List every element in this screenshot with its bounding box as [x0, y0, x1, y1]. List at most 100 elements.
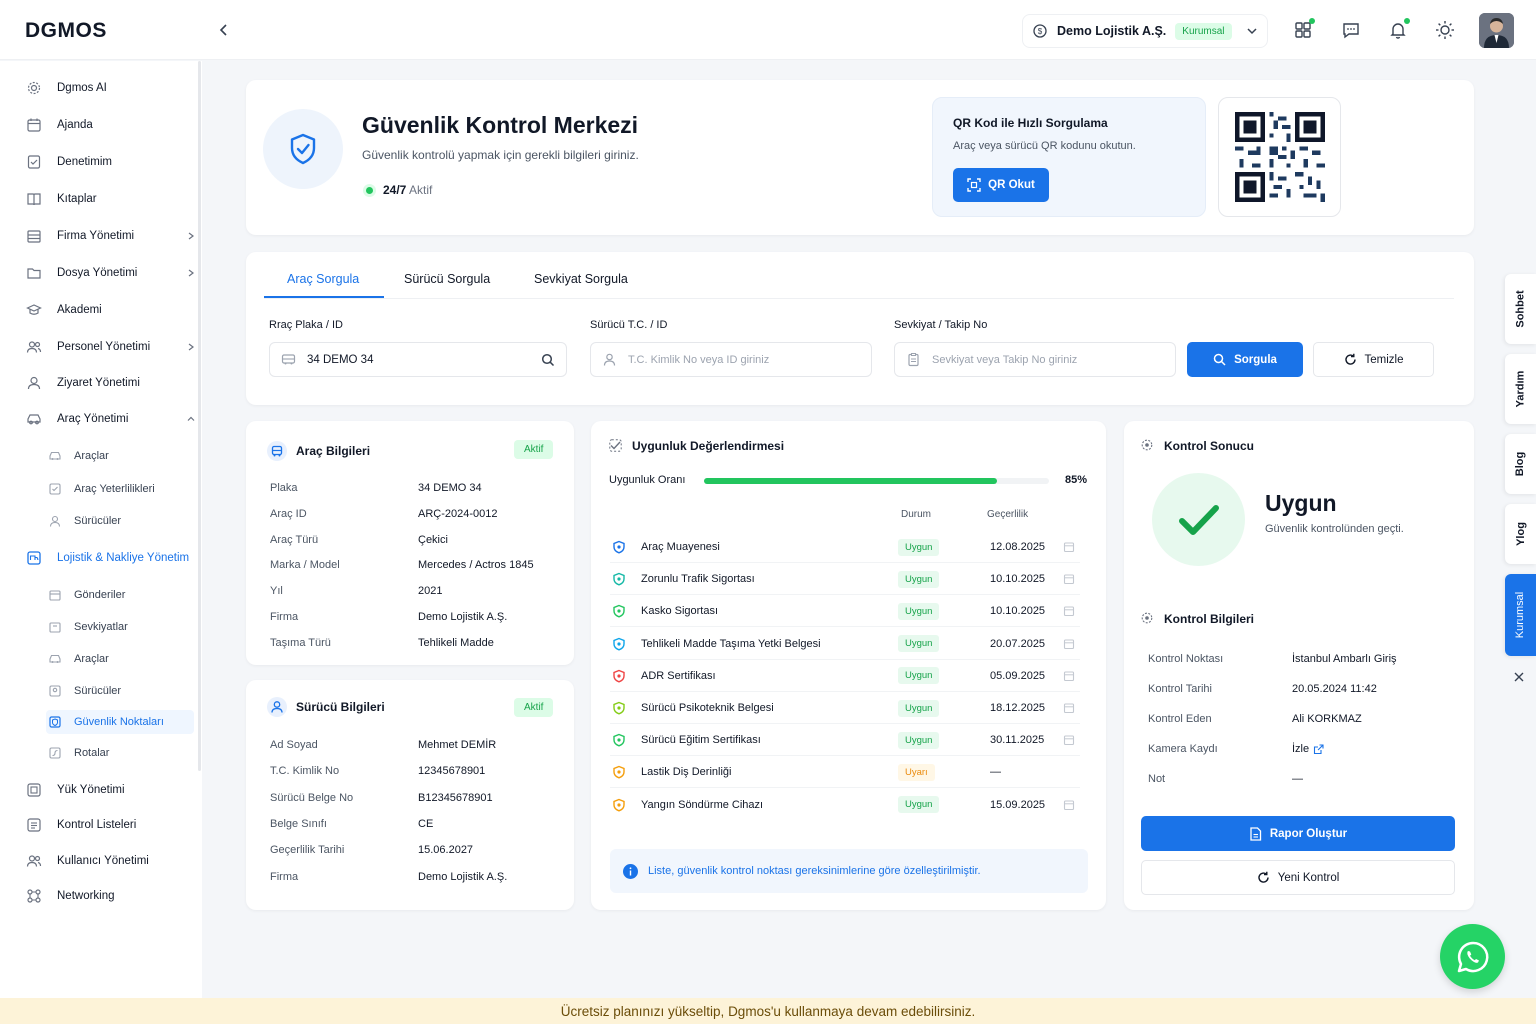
control-info-key: Not [1148, 773, 1166, 785]
sidebar-item-denetimim[interactable]: Denetimim [26, 152, 196, 172]
sidetab-sohbet[interactable]: Sohbet [1505, 274, 1536, 344]
sidebar-item-kontrol-listeleri[interactable]: Kontrol Listeleri [26, 815, 196, 835]
sidebar-item-ajanda[interactable]: Ajanda [26, 115, 196, 135]
bell-icon[interactable] [1387, 18, 1410, 41]
shipment-input[interactable]: Sevkiyat veya Takip No giriniz [894, 342, 1176, 377]
sidebar-item-personel-yonetimi[interactable]: Personel Yönetimi [26, 337, 196, 357]
vehicle-info-value: Demo Lojistik A.Ş. [418, 611, 508, 623]
calendar-icon[interactable] [1063, 702, 1075, 714]
tab-surucu-sorgula[interactable]: Sürücü Sorgula [404, 272, 490, 286]
create-report-button[interactable]: Rapor Oluştur [1141, 816, 1455, 851]
sidetab-kurumsal[interactable]: Kurumsal [1505, 574, 1536, 656]
compliance-row[interactable]: Zorunlu Trafik Sigortası Uygun 10.10.2025 [610, 563, 1080, 595]
compliance-item-label: Lastik Diş Derinliği [641, 766, 732, 779]
qr-scan-button[interactable]: QR Okut [953, 168, 1049, 202]
search-icon[interactable] [541, 353, 555, 367]
compliance-validity-date: 30.11.2025 [990, 734, 1045, 747]
sidebar-item-akademi[interactable]: Akademi [26, 300, 196, 320]
whatsapp-button[interactable] [1440, 924, 1505, 989]
sidebar-subitem-arac-yeterlilikleri[interactable]: Araç Yeterlilikleri [46, 477, 194, 501]
company-selector[interactable]: $ Demo Lojistik A.Ş. Kurumsal [1022, 14, 1268, 48]
control-info-value: Ali KORKMAZ [1292, 713, 1362, 725]
sidebar-item-networking[interactable]: Networking [26, 886, 196, 906]
driver-info-value: 15.06.2027 [418, 844, 474, 857]
compliance-row[interactable]: Araç Muayenesi Uygun 12.08.2025 [610, 531, 1080, 563]
tab-arac-sorgula[interactable]: Araç Sorgula [287, 272, 359, 286]
sidebar-item-kitaplar[interactable]: Kıtaplar [26, 189, 196, 209]
driver-id-input[interactable]: T.C. Kimlik No veya ID giriniz [590, 342, 872, 377]
sidebar-subitem-araclar[interactable]: Araçlar [46, 444, 194, 468]
clear-button[interactable]: Temizle [1313, 342, 1434, 377]
sidetab-blog[interactable]: Blog [1505, 434, 1536, 494]
chevron-down-icon [1246, 25, 1258, 37]
vehicle-info-key: Taşıma Türü [270, 636, 331, 649]
compliance-rate-label: Uygunluk Oranı [609, 474, 686, 486]
sidebar-subitem-gonderiler[interactable]: Gönderiler [46, 583, 194, 607]
sidebar-item-dosya-yonetimi[interactable]: Dosya Yönetimi [26, 263, 196, 283]
compliance-item-label: Yangın Söndürme Cihazı [641, 798, 764, 811]
compliance-row[interactable]: Tehlikeli Madde Taşıma Yetki Belgesi Uygu… [610, 628, 1080, 660]
compliance-row[interactable]: Yangın Söndürme Cihazı Uygun 15.09.2025 [610, 789, 1080, 821]
sidetab-yardim[interactable]: Yardım [1505, 354, 1536, 424]
new-control-button[interactable]: Yeni Kontrol [1141, 860, 1455, 895]
vehicle-info-key: Araç Türü [270, 533, 319, 546]
sidebar-item-dgmos-ai[interactable]: Dgmos AI [26, 78, 196, 98]
calendar-icon[interactable] [1063, 541, 1075, 553]
theme-sun-icon[interactable] [1434, 19, 1456, 41]
compliance-validity-date: 10.10.2025 [990, 605, 1046, 618]
logo[interactable]: DGMOS [25, 19, 107, 43]
sidebar-subitem-lojistik-suruculer[interactable]: Sürücüler [46, 679, 194, 703]
sidebar-item-yuk-yonetimi[interactable]: Yük Yönetimi [26, 780, 196, 800]
apps-icon[interactable] [1292, 18, 1315, 41]
calendar-icon[interactable] [1063, 638, 1075, 650]
upgrade-banner[interactable]: Ücretsiz planınızı yükseltip, Dgmos'u ku… [0, 998, 1536, 1024]
sidebar-subitem-lojistik-araclar[interactable]: Araçlar [46, 647, 194, 671]
compliance-progress-bar [704, 478, 1049, 484]
sidebar-item-lojistik-nakliye[interactable]: Lojistik & Nakliye Yönetim [26, 548, 196, 568]
refresh-icon [1344, 353, 1357, 366]
user-avatar[interactable] [1479, 13, 1514, 48]
sidebar-item-arac-yonetimi[interactable]: Araç Yönetimi [26, 409, 196, 429]
compliance-row[interactable]: Sürücü Eğitim Sertifikası Uygun 30.11.2025 [610, 724, 1080, 756]
search-icon [1213, 353, 1226, 366]
tab-sevkiyat-sorgula[interactable]: Sevkiyat Sorgula [534, 272, 628, 286]
compliance-row[interactable]: Lastik Diş Derinliği Uyarı — [610, 756, 1080, 788]
close-icon[interactable] [1512, 670, 1526, 684]
driver-icon [48, 684, 62, 698]
bus-icon [267, 441, 287, 461]
compliance-row[interactable]: ADR Sertifikası Uygun 05.09.2025 [610, 660, 1080, 692]
shipment-placeholder: Sevkiyat veya Takip No giriniz [932, 353, 1078, 366]
sidebar-subitem-guvenlik-noktalari[interactable]: Güvenlik Noktaları [46, 710, 194, 734]
sidebar-item-ziyaret-yonetimi[interactable]: Ziyaret Yönetimi [26, 373, 196, 393]
user-icon [602, 352, 617, 367]
collapse-sidebar-icon[interactable] [216, 22, 232, 38]
calendar-icon[interactable] [1063, 670, 1075, 682]
book-icon [26, 191, 42, 207]
driver-info-value: 12345678901 [418, 765, 486, 778]
coin-icon: $ [1032, 23, 1048, 39]
shipment-icon [48, 620, 62, 634]
sidebar-subitem-suruculer[interactable]: Sürücüler [46, 509, 194, 533]
compliance-row[interactable]: Kasko Sigortası Uygun 10.10.2025 [610, 595, 1080, 627]
user-icon [26, 375, 42, 391]
compliance-row[interactable]: Sürücü Psikoteknik Belgesi Uygun 18.12.202… [610, 692, 1080, 724]
chat-icon[interactable] [1340, 19, 1362, 41]
vehicle-info-value: 2021 [418, 585, 443, 598]
sidebar-subitem-rotalar[interactable]: Rotalar [46, 741, 194, 765]
sidebar-subitem-sevkiyatlar[interactable]: Sevkiyatlar [46, 615, 194, 639]
target-icon [1141, 439, 1155, 453]
camera-record-link[interactable]: İzle [1292, 743, 1324, 755]
sidebar-item-firma-yonetimi[interactable]: Firma Yönetimi [26, 226, 196, 246]
calendar-icon[interactable] [1063, 734, 1075, 746]
calendar-icon[interactable] [1063, 799, 1075, 811]
sidebar-item-kullanici-yonetimi[interactable]: Kullanıcı Yönetimi [26, 851, 196, 871]
query-button[interactable]: Sorgula [1187, 342, 1303, 377]
plate-input[interactable]: 34 DEMO 34 [269, 342, 567, 377]
calendar-icon[interactable] [1063, 605, 1075, 617]
calendar-icon[interactable] [1063, 573, 1075, 585]
compliance-status-badge: Uygun [898, 635, 940, 653]
info-icon [623, 863, 638, 879]
sidetab-ylog[interactable]: Ylog [1505, 504, 1536, 564]
sidebar-scrollbar[interactable] [198, 61, 201, 771]
building-icon [26, 228, 42, 244]
